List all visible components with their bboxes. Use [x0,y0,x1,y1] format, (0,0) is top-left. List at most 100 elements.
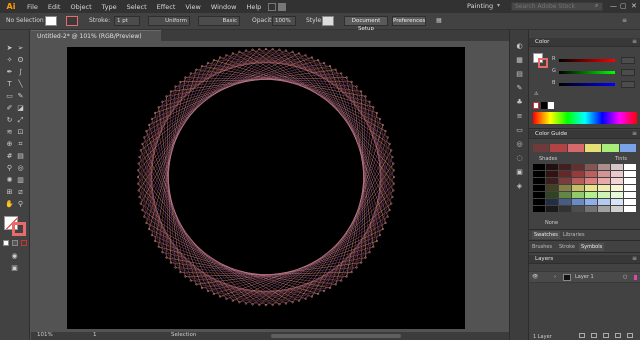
guide-cell[interactable] [572,185,584,191]
stroke-swatch[interactable] [66,16,78,26]
selection-tool-icon[interactable]: ➤ [5,44,14,53]
menu-effect[interactable]: Effect [152,3,181,11]
color-panel-header[interactable]: Color ≡ [529,38,640,47]
direct-selection-tool-icon[interactable]: ➢ [16,44,25,53]
harmony-swatch[interactable] [585,144,602,152]
new-sublayer-icon[interactable] [615,333,621,338]
guide-cell[interactable] [559,185,571,191]
green-value[interactable] [621,69,635,76]
panel-menu-icon[interactable]: ≡ [632,130,637,137]
red-slider[interactable] [559,59,615,62]
menu-window[interactable]: Window [206,3,242,11]
appearance-icon[interactable]: ◌ [515,154,524,163]
guide-cell[interactable] [611,164,623,170]
shade-tint-grid[interactable] [533,164,637,212]
rectangle-tool-icon[interactable]: ▭ [5,92,14,101]
guide-cell[interactable] [546,164,558,170]
close-button[interactable]: ✕ [631,2,637,10]
guide-cell[interactable] [624,171,636,177]
blue-value[interactable] [621,81,635,88]
brush-definition[interactable]: Basic [198,16,240,26]
graphic-style-swatch[interactable] [322,16,334,26]
guide-cell[interactable] [585,192,597,198]
tab-stroke[interactable]: Stroke [559,244,575,250]
guide-cell[interactable] [533,192,545,198]
guide-cell[interactable] [546,171,558,177]
brushes-icon[interactable]: ✎ [515,84,524,93]
guide-cell[interactable] [624,206,636,212]
guide-cell[interactable] [546,185,558,191]
shaper-tool-icon[interactable]: ✐ [5,104,14,113]
spirograph-artwork[interactable] [67,47,465,329]
guide-cell[interactable] [546,192,558,198]
guide-cell[interactable] [585,164,597,170]
guide-cell[interactable] [611,185,623,191]
free-transform-icon[interactable]: ⊡ [16,128,25,137]
guide-cell[interactable] [585,199,597,205]
guide-cell[interactable] [611,206,623,212]
paintbrush-icon[interactable]: ✎ [16,92,25,101]
guide-cell[interactable] [598,192,610,198]
zoom-level[interactable]: 101% [37,332,53,338]
opacity-field[interactable]: 100% [272,16,296,26]
guide-cell[interactable] [559,192,571,198]
rotate-tool-icon[interactable]: ↻ [5,116,14,125]
clipping-mask-icon[interactable] [603,333,609,338]
swatches-icon[interactable]: ▤ [515,70,524,79]
guide-cell[interactable] [559,178,571,184]
pen-tool-icon[interactable]: ✒ [5,68,14,77]
minimize-button[interactable]: — [610,2,617,10]
red-value[interactable] [621,57,635,64]
guide-cell[interactable] [598,164,610,170]
guide-cell[interactable] [533,185,545,191]
artboard[interactable] [67,47,465,329]
layers-icon[interactable]: ◈ [515,182,524,191]
guide-cell[interactable] [572,206,584,212]
target-icon[interactable]: ○ [623,274,627,280]
draw-mode-icon[interactable]: ◉ [10,252,19,261]
canvas-area[interactable] [31,41,509,332]
line-tool-icon[interactable]: ╲ [16,80,25,89]
guide-cell[interactable] [572,171,584,177]
blend-tool-icon[interactable]: ◎ [16,164,25,173]
eye-icon[interactable]: 👁 [532,274,538,280]
guide-cell[interactable] [611,171,623,177]
stroke-label[interactable]: Stroke: [89,17,110,24]
panel-menu-icon[interactable]: ≡ [622,17,627,24]
lasso-icon[interactable]: ʘ [16,56,25,65]
graph-tool-icon[interactable]: ▥ [16,176,25,185]
guide-cell[interactable] [533,164,545,170]
guide-cell[interactable] [533,171,545,177]
color-panel-icon[interactable]: ◐ [515,42,524,51]
out-of-web-icon[interactable]: ⚠ [534,91,538,97]
menu-help[interactable]: Help [241,3,266,11]
workspace-switcher[interactable]: Painting [467,2,493,10]
variable-width-profile[interactable]: Uniform [148,16,190,26]
stroke-icon[interactable]: ≡ [515,112,524,121]
menu-view[interactable]: View [180,3,205,11]
guide-cell[interactable] [598,171,610,177]
mesh-tool-icon[interactable]: # [5,152,14,161]
gradient-icon[interactable]: ▭ [515,126,524,135]
guide-cell[interactable] [572,164,584,170]
black-white-chips[interactable] [533,102,555,109]
shape-builder-icon[interactable]: ⊕ [5,140,14,149]
harmony-row[interactable] [533,144,637,152]
eraser-icon[interactable]: ◪ [16,104,25,113]
fill-stroke-mini[interactable] [533,53,549,69]
guide-cell[interactable] [572,199,584,205]
transparency-icon[interactable]: ◎ [515,140,524,149]
chevron-down-icon[interactable]: ▾ [497,2,500,9]
guide-cell[interactable] [559,171,571,177]
locate-object-icon[interactable] [591,333,597,338]
harmony-swatch[interactable] [533,144,550,152]
graphic-styles-icon[interactable]: ▣ [515,168,524,177]
eyedropper-icon[interactable]: ⚲ [5,164,14,173]
guide-cell[interactable] [572,192,584,198]
fill-stroke-widget[interactable] [4,216,26,236]
green-slider[interactable] [559,71,615,74]
harmony-swatch[interactable] [602,144,619,152]
gradient-tool-icon[interactable]: ▤ [16,152,25,161]
guide-cell[interactable] [585,206,597,212]
menu-object[interactable]: Object [65,3,96,11]
